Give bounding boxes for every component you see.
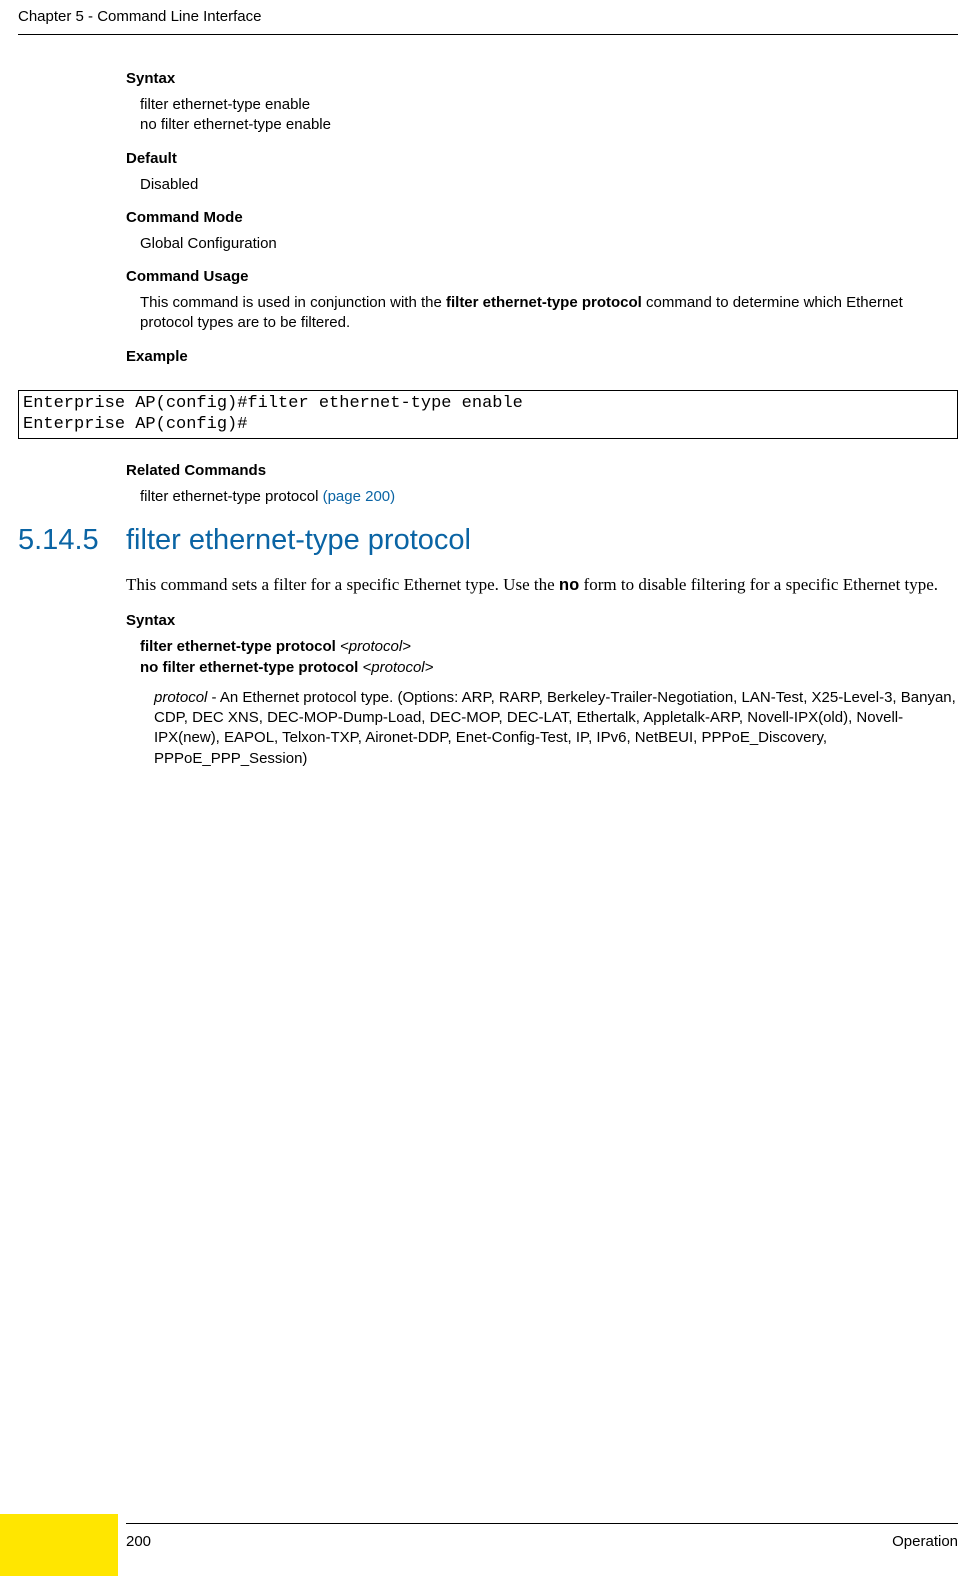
related-commands-line: filter ethernet-type protocol (page 200) — [140, 487, 958, 507]
opt-name: protocol — [154, 689, 207, 706]
footer-rule — [126, 1523, 958, 1524]
syntax-line-1: filter ethernet-type enable — [140, 95, 958, 115]
example-label: Example — [126, 348, 958, 365]
example-code-box: Enterprise AP(config)#filter ethernet-ty… — [18, 390, 958, 439]
page-number: 200 — [126, 1533, 151, 1550]
page: Chapter 5 - Command Line Interface Synta… — [0, 0, 976, 1576]
related-commands-label: Related Commands — [126, 462, 958, 479]
command-mode-label: Command Mode — [126, 209, 958, 226]
top-rule — [18, 34, 958, 35]
syntax-label: Syntax — [126, 70, 958, 87]
related-page-link[interactable]: (page 200) — [323, 488, 396, 505]
command-usage-text: This command is used in conjunction with… — [140, 293, 958, 334]
intro-bold: no — [559, 577, 579, 596]
related-text: filter ethernet-type protocol — [140, 488, 323, 505]
intro-pre: This command sets a filter for a specifi… — [126, 575, 559, 594]
section-intro: This command sets a filter for a specifi… — [126, 572, 958, 600]
opt-desc: - An Ethernet protocol type. (Options: A… — [154, 689, 956, 767]
content-area: Syntax filter ethernet-type enable no fi… — [126, 64, 958, 373]
intro-post: form to disable filtering for a specific… — [579, 575, 938, 594]
s2l2-italic: <protocol> — [363, 659, 434, 676]
related-block: Related Commands filter ethernet-type pr… — [126, 448, 958, 507]
s2l1-italic: <protocol> — [340, 638, 411, 655]
command-mode-value: Global Configuration — [140, 234, 958, 254]
s2l2-bold: no filter ethernet-type protocol — [140, 659, 363, 676]
section-title: filter ethernet-type protocol — [126, 524, 471, 557]
usage-pre: This command is used in conjunction with… — [140, 294, 446, 311]
footer-section-label: Operation — [892, 1533, 958, 1550]
protocol-options: protocol - An Ethernet protocol type. (O… — [154, 688, 958, 769]
s2l1-bold: filter ethernet-type protocol — [140, 638, 340, 655]
default-label: Default — [126, 150, 958, 167]
syntax-line-2: no filter ethernet-type enable — [140, 115, 958, 135]
syntax2-line-1: filter ethernet-type protocol <protocol> — [140, 637, 958, 657]
syntax2-line-2: no filter ethernet-type protocol <protoc… — [140, 658, 958, 678]
section-body: This command sets a filter for a specifi… — [126, 572, 958, 769]
running-header: Chapter 5 - Command Line Interface — [18, 8, 261, 25]
section-number: 5.14.5 — [18, 524, 99, 557]
default-value: Disabled — [140, 175, 958, 195]
usage-bold: filter ethernet-type protocol — [446, 294, 642, 311]
syntax2-label: Syntax — [126, 612, 958, 629]
command-usage-label: Command Usage — [126, 268, 958, 285]
yellow-tab — [0, 1514, 118, 1576]
